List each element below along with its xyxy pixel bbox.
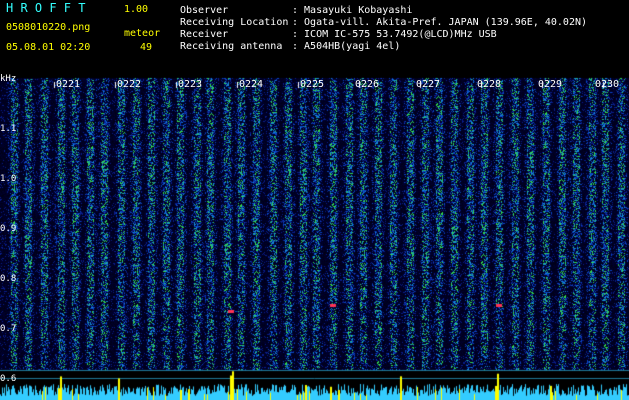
y-tick-label: 0.7 [0, 324, 17, 334]
info-value-observer: : Masayuki Kobayashi [292, 5, 413, 16]
x-tick-label: 0226 [355, 79, 380, 90]
info-key-observer: Observer [180, 5, 229, 16]
x-tick-label: 0229 [538, 79, 563, 90]
y-tick-label: 0.9 [0, 224, 17, 234]
file-name: 0508010220.png [6, 22, 91, 33]
x-tick-label: 0224 [239, 79, 264, 90]
counter-label: meteor [124, 28, 161, 39]
x-tick-label: 0225 [300, 79, 325, 90]
app-version: 1.00 [124, 4, 149, 15]
info-value-receiver: : ICOM IC-575 53.7492(@LCD)MHz USB [292, 29, 497, 40]
info-key-location: Receiving Location [180, 17, 289, 28]
y-axis-unit: kHz [0, 74, 17, 84]
y-tick-label: 0.6 [0, 374, 17, 384]
y-tick-label: 0.8 [0, 274, 17, 284]
app-title: H R O F F T [6, 1, 86, 15]
y-tick-label: 1.1 [0, 124, 17, 134]
info-value-location: : Ogata-vill. Akita-Pref. JAPAN (139.96E… [292, 17, 588, 28]
meteor-count: 49 [140, 42, 153, 53]
file-datetime: 05.08.01 02:20 [6, 42, 91, 53]
info-key-receiver: Receiver [180, 29, 229, 40]
x-tick-label: 0228 [477, 79, 502, 90]
spectrogram-canvas [0, 0, 629, 400]
x-tick-label: 0223 [178, 79, 203, 90]
x-tick-label: 0221 [56, 79, 81, 90]
info-key-antenna: Receiving antenna [180, 41, 283, 52]
x-tick-label: 0227 [416, 79, 441, 90]
info-value-antenna: : A504HB(yagi 4el) [292, 41, 401, 52]
y-tick-label: 1.0 [0, 174, 17, 184]
hrofft-screen: { "app": { "name": "H R O F F T", "versi… [0, 0, 629, 400]
x-tick-label: 0230 [595, 79, 620, 90]
x-tick-label: 0222 [117, 79, 142, 90]
